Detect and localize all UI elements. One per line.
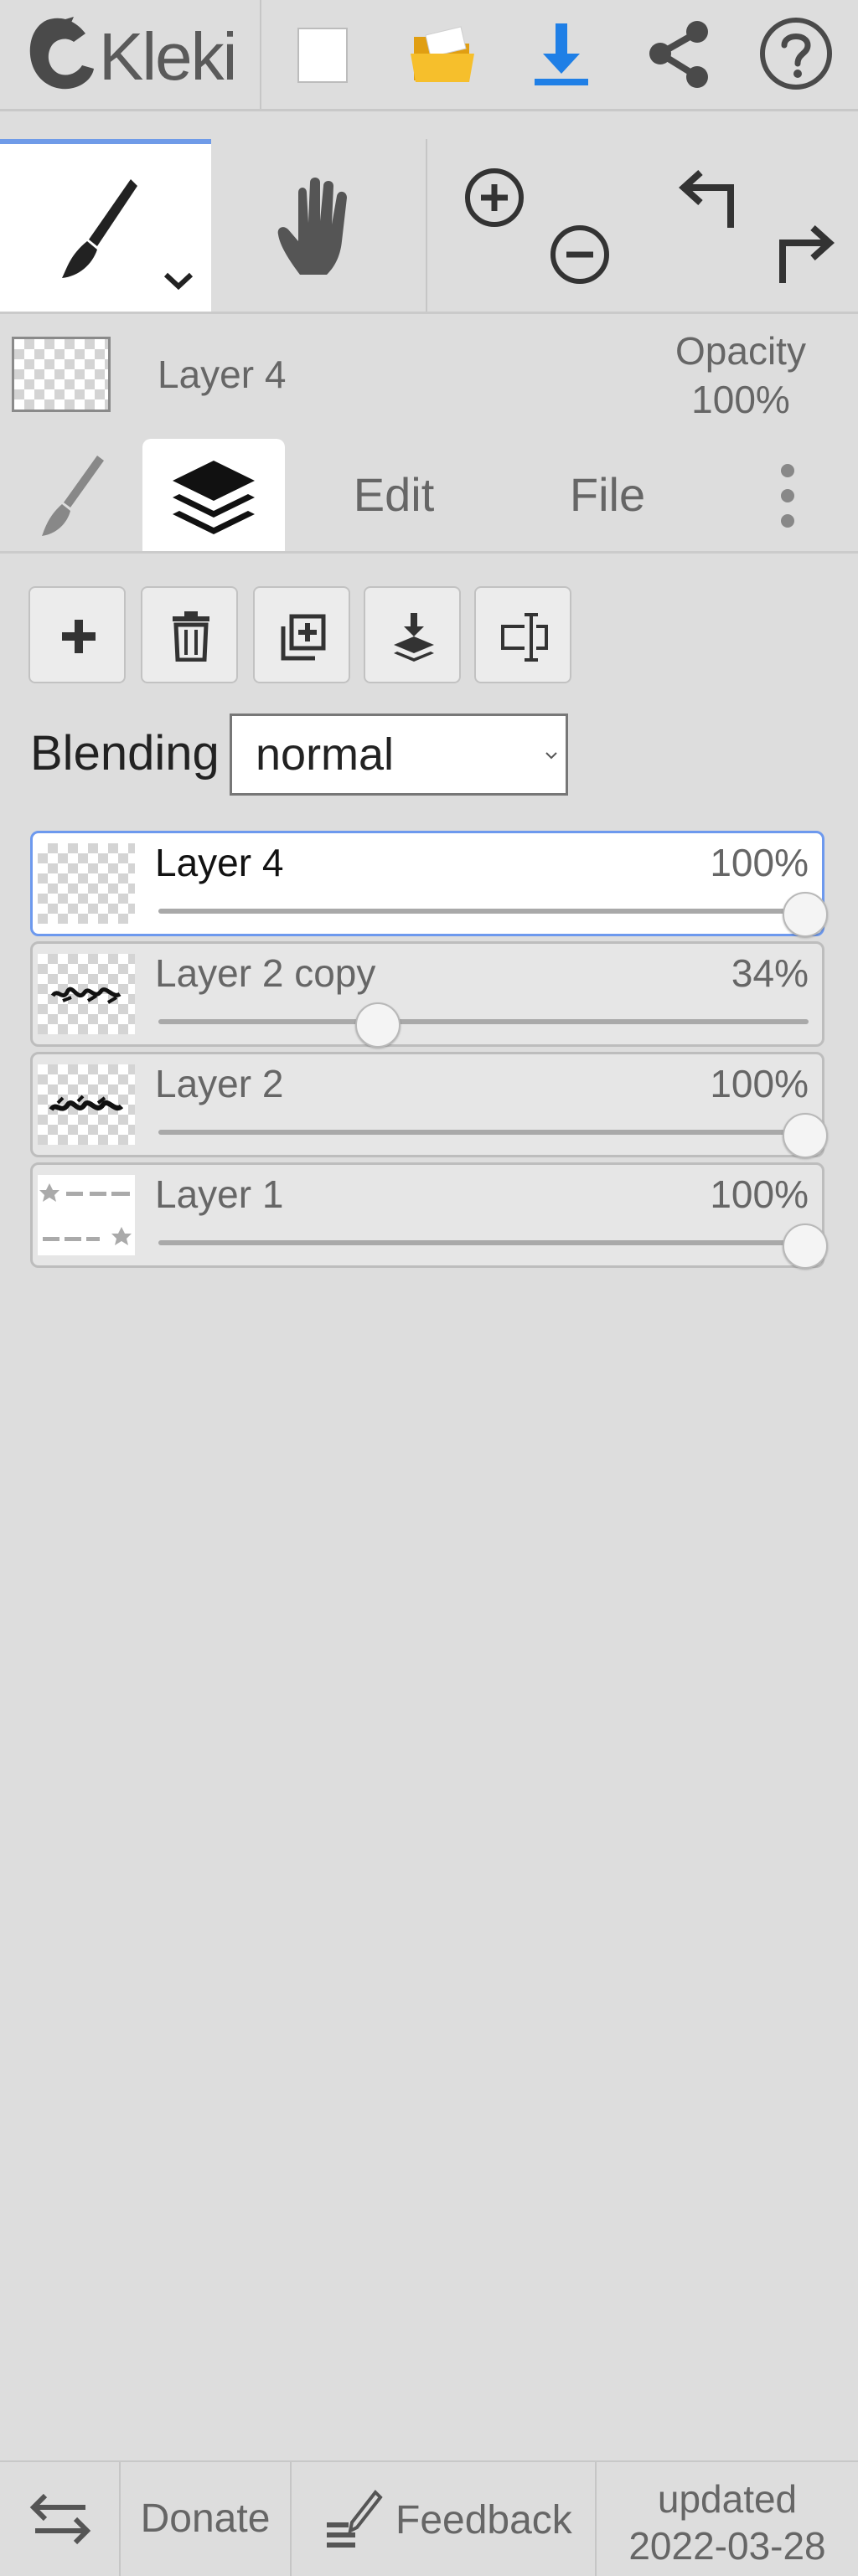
layer-item[interactable]: Layer 4 100%: [30, 831, 828, 937]
delete-layer-button[interactable]: [141, 586, 238, 683]
opacity-value: 100%: [691, 378, 790, 421]
delete-layer-icon: [173, 611, 209, 662]
add-layer-icon: [62, 620, 96, 653]
app-name: Kleki: [99, 19, 237, 94]
download-icon: [535, 23, 588, 85]
zoom-in-icon[interactable]: [461, 164, 528, 231]
tab-brush[interactable]: [0, 439, 142, 551]
layer-thumbnail: [38, 954, 135, 1034]
redo-icon[interactable]: [762, 221, 838, 288]
merge-down-icon: [394, 613, 434, 662]
layer-item[interactable]: Layer 2 copy 34%: [30, 941, 824, 1048]
updated-info[interactable]: updated 2022-03-28: [597, 2462, 858, 2576]
layer-opacity-slider[interactable]: [158, 1019, 809, 1024]
layer-thumbnail: [38, 843, 135, 924]
swap-side-button[interactable]: [0, 2462, 121, 2576]
blending-value: normal: [256, 729, 395, 780]
kleki-logo-icon: [29, 17, 94, 90]
layer-name: Layer 2 copy: [155, 951, 376, 995]
feedback-label: Feedback: [395, 2498, 572, 2543]
layer-thumbnail-scribble: [50, 987, 121, 1004]
chevron-down-icon[interactable]: [161, 270, 196, 293]
hand-tool-button[interactable]: [211, 139, 427, 312]
layer-name: Layer 1: [155, 1172, 284, 1216]
chevron-down-icon: [545, 752, 557, 760]
layer-opacity-handle[interactable]: [783, 892, 828, 937]
brush-icon: [42, 456, 104, 536]
layer-thumbnail: [38, 1064, 135, 1145]
tab-file[interactable]: File: [519, 439, 695, 551]
layer-name: Layer 4: [155, 841, 284, 884]
more-menu-button[interactable]: [754, 439, 821, 551]
rename-layer-button[interactable]: [474, 586, 571, 683]
feedback-icon: [327, 2489, 383, 2548]
current-layer-thumbnail: [12, 337, 111, 412]
layer-item[interactable]: Layer 2 100%: [30, 1052, 828, 1158]
layers-icon: [173, 461, 255, 534]
donate-link[interactable]: Donate: [121, 2462, 292, 2576]
layer-opacity-value: 100%: [710, 841, 809, 884]
tool-row: [0, 139, 858, 314]
open-folder-icon: [411, 26, 474, 82]
merge-down-button[interactable]: [364, 586, 461, 683]
layer-opacity-value: 100%: [710, 1172, 809, 1216]
brush-tool-button[interactable]: [0, 139, 211, 312]
blending-select[interactable]: normal: [230, 714, 568, 796]
layer-opacity-value: 34%: [731, 951, 809, 995]
updated-label: updated: [657, 2477, 798, 2521]
current-layer-opacity: Opacity 100%: [649, 327, 833, 424]
layer-name: Layer 2: [155, 1062, 284, 1105]
zoom-controls: [427, 139, 645, 312]
hand-icon: [277, 178, 347, 275]
share-icon: [649, 21, 708, 88]
bottom-bar: Donate Feedback updated 2022-03-28: [0, 2460, 858, 2576]
updated-date: 2022-03-28: [628, 2524, 826, 2568]
layer-opacity-handle[interactable]: [783, 1113, 828, 1158]
more-icon: [781, 464, 794, 528]
brush-icon: [62, 179, 137, 278]
current-layer-info: Layer 4 Opacity 100%: [0, 312, 858, 439]
share-button[interactable]: [637, 12, 721, 95]
history-controls: [645, 139, 858, 312]
add-layer-button[interactable]: [28, 586, 126, 683]
tab-edit[interactable]: Edit: [310, 439, 478, 551]
opacity-label: Opacity: [675, 329, 806, 373]
layer-item[interactable]: Layer 1 100%: [30, 1162, 828, 1269]
layer-opacity-value: 100%: [710, 1062, 809, 1105]
swap-icon: [29, 2493, 91, 2545]
layer-opacity-slider[interactable]: [158, 1130, 809, 1135]
layer-opacity-slider[interactable]: [158, 1240, 809, 1245]
undo-icon[interactable]: [675, 166, 751, 233]
duplicate-layer-button[interactable]: [253, 586, 350, 683]
layer-opacity-handle[interactable]: [783, 1224, 828, 1269]
new-file-button[interactable]: [285, 12, 369, 95]
current-layer-name: Layer 4: [158, 353, 287, 396]
rename-layer-icon: [501, 613, 548, 662]
download-button[interactable]: [519, 12, 603, 95]
panel-tabs: Edit File: [0, 439, 858, 554]
duplicate-layer-icon: [281, 614, 326, 661]
layer-opacity-slider[interactable]: [158, 909, 809, 914]
open-file-button[interactable]: [402, 12, 486, 95]
blending-label: Blending: [30, 726, 220, 781]
help-icon: [760, 18, 832, 90]
layer-thumbnail-drawing: [39, 1183, 132, 1245]
help-button[interactable]: [754, 12, 838, 95]
new-file-icon: [297, 28, 348, 83]
top-bar: Kleki: [0, 0, 858, 111]
tab-layers[interactable]: [142, 439, 285, 551]
layer-opacity-handle[interactable]: [355, 1002, 401, 1048]
kleki-logo[interactable]: Kleki: [0, 0, 261, 109]
layer-thumbnail: [38, 1175, 135, 1255]
feedback-link[interactable]: Feedback: [292, 2462, 597, 2576]
layer-thumbnail-scribble: [49, 1095, 124, 1111]
zoom-out-icon[interactable]: [546, 221, 613, 288]
